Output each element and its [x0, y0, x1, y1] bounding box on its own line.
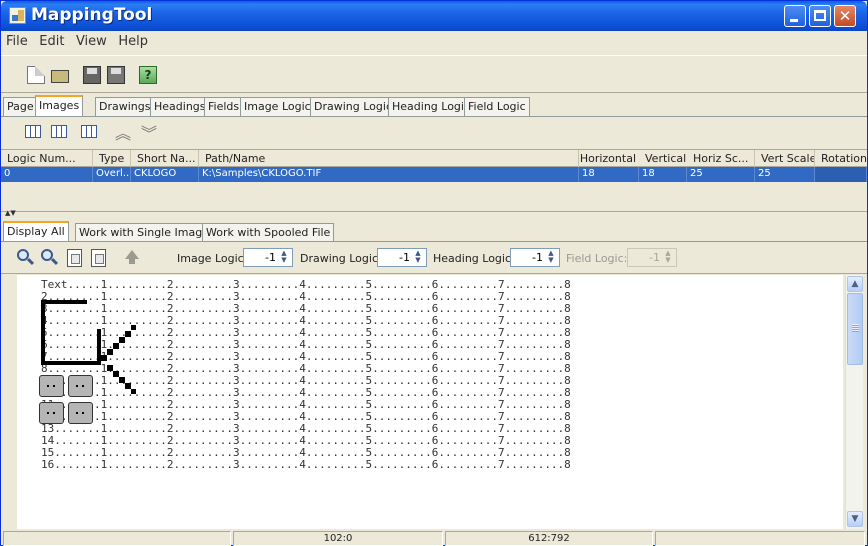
minimize-icon: [790, 19, 798, 22]
cell-rotation: [815, 167, 867, 182]
heading-logic-label: Heading Logic:: [433, 252, 515, 265]
drawing-logic-label: Drawing Logic:: [300, 252, 382, 265]
tab-fields[interactable]: Fields: [204, 97, 244, 116]
tab-drawing-logic[interactable]: Drawing Logic: [310, 97, 396, 116]
status-cell-page-size: 612:792: [445, 531, 653, 546]
field-logic-spinner: -1 ▲ ▼: [627, 248, 677, 267]
tab-field-logic[interactable]: Field Logic: [464, 97, 530, 116]
save-icon[interactable]: [83, 66, 101, 84]
menu-edit[interactable]: Edit: [34, 31, 67, 49]
menu-help[interactable]: Help: [113, 31, 151, 49]
fit-width-icon[interactable]: [91, 249, 106, 267]
col-vert-scale[interactable]: Vert Scale: [755, 150, 815, 167]
menu-view[interactable]: View: [71, 31, 110, 49]
heading-logic-spinner[interactable]: -1 ▲ ▼: [510, 248, 560, 267]
tab-page[interactable]: Page: [3, 97, 38, 116]
window-title: MappingTool: [31, 5, 153, 25]
help-icon[interactable]: ?: [139, 66, 157, 84]
splitter-arrows-icon[interactable]: ▲▼: [5, 209, 16, 217]
upload-icon[interactable]: [125, 250, 139, 264]
new-document-icon[interactable]: [27, 66, 45, 84]
images-toolbar: ︽ ︾: [1, 117, 867, 147]
zoom-out-icon[interactable]: [17, 249, 35, 267]
status-cell-1: [3, 531, 231, 546]
spinner-arrows-icon: ▲ ▼: [665, 249, 671, 264]
tab-images[interactable]: Images: [35, 95, 84, 116]
status-bar: 102:0 612:792: [1, 531, 867, 546]
drawing-logic-value: -1: [399, 251, 410, 264]
col-type[interactable]: Type: [93, 150, 131, 167]
col-horizontal[interactable]: Horizontal: [579, 150, 639, 167]
spinner-arrows-icon[interactable]: ▲ ▼: [278, 250, 290, 265]
tab-heading-logic[interactable]: Heading Logic: [388, 97, 475, 116]
move-down-icon[interactable]: ︾: [141, 120, 157, 144]
scroll-up-icon[interactable]: ▲: [847, 276, 863, 292]
cell-vert-scale: 25: [755, 167, 815, 182]
table-empty-area: [1, 182, 867, 212]
menu-file[interactable]: File: [1, 31, 31, 49]
images-table-header: Logic Num... Type Short Na... Path/Name …: [1, 149, 867, 167]
image-logic-spinner[interactable]: -1 ▲ ▼: [243, 248, 293, 267]
text-line: 16.......1.........2.........3.........4…: [41, 458, 571, 471]
cell-horizontal: 18: [579, 167, 639, 182]
cell-type: Overl...: [93, 167, 131, 182]
spinner-arrows-icon[interactable]: ▲ ▼: [412, 250, 424, 265]
save-as-icon[interactable]: [107, 66, 125, 84]
zoom-in-icon[interactable]: [41, 249, 59, 267]
menu-bar: File Edit View Help: [1, 31, 867, 53]
col-path-name[interactable]: Path/Name: [199, 150, 579, 167]
status-cell-4: [655, 531, 865, 546]
append-row-icon[interactable]: [51, 125, 67, 138]
heading-logic-value: -1: [532, 251, 543, 264]
close-button[interactable]: ✕: [834, 5, 856, 27]
col-rotation[interactable]: Rotation: [815, 150, 867, 167]
field-logic-label: Field Logic:: [566, 252, 628, 265]
cell-vertical: 18: [639, 167, 687, 182]
col-horiz-scale[interactable]: Horiz Sc...: [687, 150, 755, 167]
scroll-down-icon[interactable]: ▼: [847, 511, 863, 527]
cell-logic-num: 0: [1, 167, 93, 182]
title-bar[interactable]: MappingTool ✕: [1, 1, 867, 31]
maximize-button[interactable]: [809, 5, 831, 27]
col-logic-num[interactable]: Logic Num...: [1, 150, 93, 167]
insert-row-icon[interactable]: [25, 125, 41, 138]
cell-short-name: CKLOGO: [131, 167, 199, 182]
status-cell-position: 102:0: [233, 531, 443, 546]
display-toolbar: Image Logic: -1 ▲ ▼ Drawing Logic: -1 ▲ ▼ …: [1, 242, 867, 274]
tab-headings[interactable]: Headings: [150, 97, 210, 116]
close-icon: ✕: [838, 7, 852, 25]
open-folder-icon[interactable]: [51, 70, 69, 83]
tab-work-spooled-file[interactable]: Work with Spooled File: [202, 223, 335, 241]
minimize-button[interactable]: [784, 5, 806, 27]
maximize-icon: [814, 10, 826, 21]
tab-display-all[interactable]: Display All: [3, 221, 69, 241]
tab-image-logic[interactable]: Image Logic: [240, 97, 315, 116]
move-up-icon[interactable]: ︽: [115, 120, 131, 144]
split-pane-divider[interactable]: ▲▼: [1, 209, 867, 220]
cell-path-name: K:\Samples\CKLOGO.TIF: [199, 167, 579, 182]
spinner-arrows-icon[interactable]: ▲ ▼: [545, 250, 557, 265]
tab-drawings[interactable]: Drawings: [95, 97, 155, 116]
app-icon: [9, 7, 26, 24]
mapping-tool-window: MappingTool ✕ File Edit View Help ? Page…: [0, 0, 868, 546]
vertical-scrollbar[interactable]: ▲ ▼: [845, 275, 863, 529]
table-row[interactable]: 0 Overl... CKLOGO K:\Samples\CKLOGO.TIF …: [1, 167, 867, 182]
spooled-text-display[interactable]: Text.....1.........2.........3.........4…: [17, 275, 843, 529]
delete-row-icon[interactable]: [81, 125, 97, 138]
col-short-name[interactable]: Short Na...: [131, 150, 199, 167]
image-logic-label: Image Logic:: [177, 252, 248, 265]
cell-horiz-scale: 25: [687, 167, 755, 182]
image-logic-value: -1: [265, 251, 276, 264]
main-toolbar: ?: [1, 55, 867, 93]
scroll-thumb[interactable]: [847, 293, 863, 365]
fit-page-icon[interactable]: [67, 249, 82, 267]
tab-work-single-image[interactable]: Work with Single Image: [75, 223, 213, 241]
col-vertical[interactable]: Vertical: [639, 150, 687, 167]
field-logic-value: -1: [649, 251, 660, 264]
drawing-logic-spinner[interactable]: -1 ▲ ▼: [377, 248, 427, 267]
